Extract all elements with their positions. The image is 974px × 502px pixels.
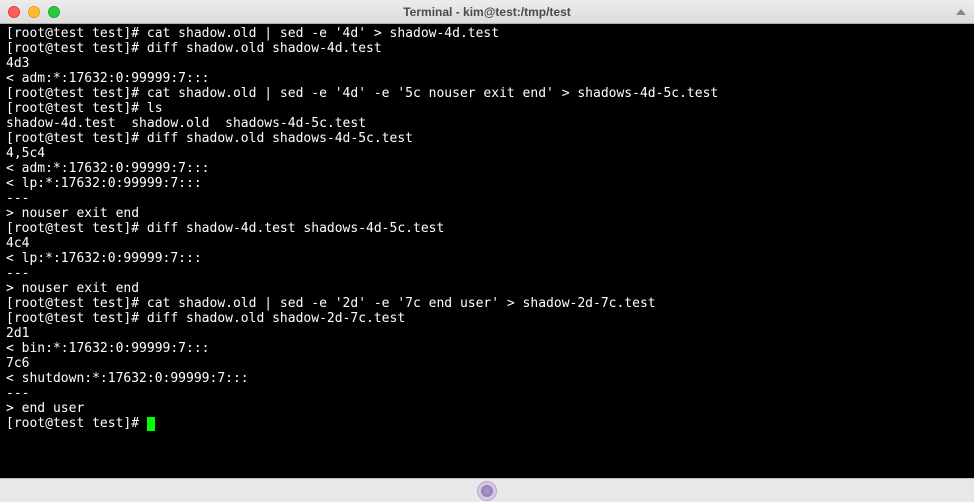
titlebar: Terminal - kim@test:/tmp/test: [0, 0, 974, 24]
app-icon-inner: [481, 485, 493, 497]
terminal-prompt: [root@test test]#: [6, 416, 147, 431]
taskbar: [0, 478, 974, 502]
minimize-button[interactable]: [28, 6, 40, 18]
close-button[interactable]: [8, 6, 20, 18]
window-title: Terminal - kim@test:/tmp/test: [0, 5, 974, 19]
up-arrow-icon[interactable]: [956, 9, 966, 15]
window-controls: [0, 6, 60, 18]
titlebar-right: [956, 9, 974, 15]
app-icon[interactable]: [477, 481, 497, 501]
maximize-button[interactable]: [48, 6, 60, 18]
terminal-area[interactable]: [root@test test]# cat shadow.old | sed -…: [0, 24, 974, 478]
cursor: [147, 417, 155, 431]
terminal-content: [root@test test]# cat shadow.old | sed -…: [6, 26, 718, 416]
